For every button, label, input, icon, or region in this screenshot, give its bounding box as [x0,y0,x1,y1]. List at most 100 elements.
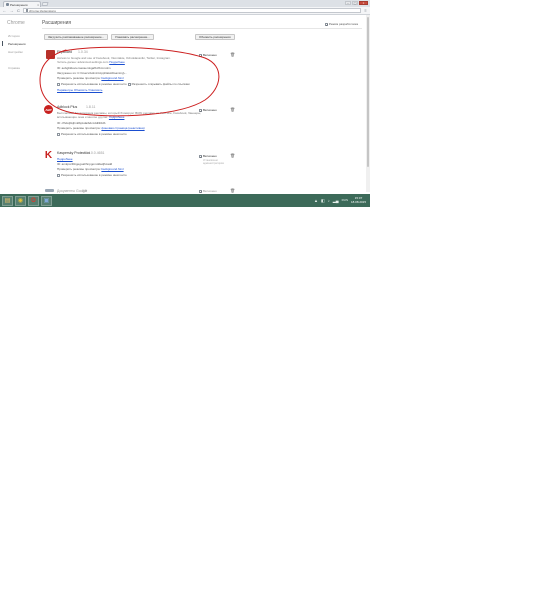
extensions-main: Расширения ✓ Режим разработчика Загрузит… [42,15,362,193]
chrome-icon[interactable]: ◉ [15,195,26,206]
opera-icon[interactable]: O [28,195,39,206]
enabled-label: Включено [203,189,217,193]
adblock-logo: ABP [44,105,53,114]
details-link[interactable]: Подробнее [109,115,125,119]
extension-actions: Параметры Обновить Упаковать [57,88,102,92]
extension-version: 1.0.34 [78,50,88,54]
enabled-toggle[interactable]: ✓ Включено [199,189,217,193]
reload-button[interactable]: C [16,8,21,13]
network-icon[interactable]: ◧ [321,198,325,203]
allow-incognito-checkbox[interactable] [57,132,60,136]
allow-incognito-option[interactable]: Разрешить использование в режиме инкогни… [57,82,190,86]
extension-options-link[interactable]: Параметры Обновить Упаковать [57,88,102,92]
enabled-toggle[interactable]: ✓ Включено [199,53,217,57]
extension-id: ID: cfhdojbkjhnklbpkdaibdccddilifddb [57,121,106,125]
extension-id: ID: aobgbkkocemacaemkgafbcfbmmolm [57,66,111,70]
enabled-checkbox[interactable]: ✓ [199,108,203,112]
volume-icon[interactable]: ♪ [328,198,330,203]
extension-description-text: Читать далее: advanced-settings.com [57,60,109,64]
enabled-toggle[interactable]: ✓ Включено [199,108,217,112]
scrollbar-thumb[interactable] [367,17,369,167]
page-title: Расширения [42,20,72,26]
windows-taskbar: ▤ ◉ O ▣ ▲ ◧ ♪ ▂▄ RUS 15:07 18.08.2015 [0,194,370,207]
dev-mode-toggle[interactable]: ✓ Режим разработчика [324,22,358,26]
details-link[interactable]: Подробнее [57,157,73,161]
trash-icon[interactable]: 🗑 [230,52,235,57]
allow-incognito-checkbox[interactable] [57,82,60,86]
allow-incognito-label: Разрешить использование в режиме инкогни… [61,82,127,86]
tab-title: Расширения [10,2,28,7]
extension-item: FlipBoard 1.0.34 Access to Google and us… [42,50,242,105]
sidebar-item-history[interactable]: История [8,34,20,38]
allow-incognito-checkbox[interactable] [57,173,60,177]
extension-id: ID: amkpcclbbgegoafihnpgomddadjhcadd [57,162,113,166]
update-extensions-button[interactable]: Обновить расширения [195,34,235,40]
maximize-button[interactable]: ▢ [352,1,358,5]
trash-icon[interactable]: 🗑 [230,107,235,112]
extension-loaded-from: Загружено из: C:\Users\Admin\AppData\Roa… [57,71,127,75]
allow-incognito-option[interactable]: Разрешить использование в режиме инкогни… [57,173,127,177]
allow-incognito-option[interactable]: Разрешить использование в режиме инкогни… [57,132,127,136]
extension-description-2: всплывающие окна и многое другое. Подроб… [57,115,124,119]
extension-version: 1.8.11 [86,105,96,109]
inspect-views: Проверить режимы просмотра: background.h… [57,76,124,80]
enabled-checkbox[interactable]: ✓ [199,53,203,57]
trash-icon[interactable]: 🗑 [230,153,235,158]
signal-icon[interactable]: ▂▄ [333,198,339,203]
desktop-screen: Расширения × – ▢ × ← → C chrome://extens… [0,0,370,207]
details-link[interactable]: Подробнее [109,60,125,64]
dev-mode-checkbox[interactable]: ✓ [324,22,328,26]
close-window-button[interactable]: × [359,1,368,5]
allow-files-checkbox[interactable] [127,82,131,86]
language-indicator[interactable]: RUS [342,198,348,202]
tab-close-icon[interactable]: × [37,3,39,7]
monitor-icon[interactable]: ▣ [41,195,52,206]
extension-version: 14.0.0.4651 [86,151,105,155]
allow-files-label: Разрешить открывать файлы по ссылкам [131,82,190,86]
extension-item: K Kaspersky Protection 14.0.0.4651 Подро… [42,151,242,185]
allow-incognito-label: Разрешить использование в режиме инкогни… [61,132,127,136]
inspect-view-link[interactable]: background.html [101,76,123,80]
forward-button[interactable]: → [9,8,14,13]
clock[interactable]: 15:07 18.08.2015 [351,196,366,204]
extensions-tab-icon [6,3,9,6]
sidebar-item-help[interactable]: Справка [8,66,20,70]
page-icon [26,9,28,12]
inspect-view-link[interactable]: background.html [101,167,123,171]
inspect-view-link[interactable]: фоновая страница (неактивна) [101,126,144,130]
inspect-views: Проверить режимы просмотра: фоновая стра… [57,126,145,130]
window-controls: – ▢ × [345,1,368,5]
inspect-views-label: Проверить режимы просмотра: [57,167,101,171]
enabled-checkbox[interactable]: ✓ [199,189,203,193]
extension-description-2: Читать далее: advanced-settings.com Подр… [57,60,125,64]
divider [42,28,362,29]
page-scrollbar[interactable] [366,15,370,192]
allow-incognito-label: Разрешить использование в режиме инкогни… [61,173,127,177]
show-hidden-icons-icon[interactable]: ▲ [314,198,318,203]
enabled-checkbox[interactable]: ✓ [199,154,203,158]
sidebar-item-extensions[interactable]: Расширения [8,42,25,46]
enabled-label: Включено [203,108,217,112]
installed-by-admin-note: Установлено администратором [203,159,224,165]
minimize-button[interactable]: – [345,1,351,5]
file-explorer-icon[interactable]: ▤ [2,195,13,206]
enabled-toggle[interactable]: ✓ Включено [199,154,217,158]
extension-logo [45,189,54,192]
window-titlebar: Расширения × – ▢ × [0,0,370,7]
pack-extension-button[interactable]: Упаковать расширение... [111,34,154,40]
dev-mode-label: Режим разработчика [328,22,358,26]
extension-item: ABP Adblock Plus 1.8.11 Бесплатный блоки… [42,105,242,145]
back-button[interactable]: ← [2,8,7,13]
trash-icon[interactable]: 🗑 [230,188,235,193]
sidebar-item-settings[interactable]: Настройки [8,50,23,54]
enabled-label: Включено [203,154,217,158]
menu-icon[interactable]: ≡ [363,8,368,13]
address-bar[interactable]: chrome://extensions [23,8,361,13]
sidebar-title: Chrome [7,20,25,26]
new-tab-button[interactable] [41,2,49,6]
load-unpacked-button[interactable]: Загрузить распакованное расширение... [44,34,109,40]
address-text: chrome://extensions [29,8,56,13]
extension-description-text: всплывающие окна и многое другое. [57,115,109,119]
extension-name: Adblock Plus [57,105,78,109]
enabled-label: Включено [203,53,217,57]
